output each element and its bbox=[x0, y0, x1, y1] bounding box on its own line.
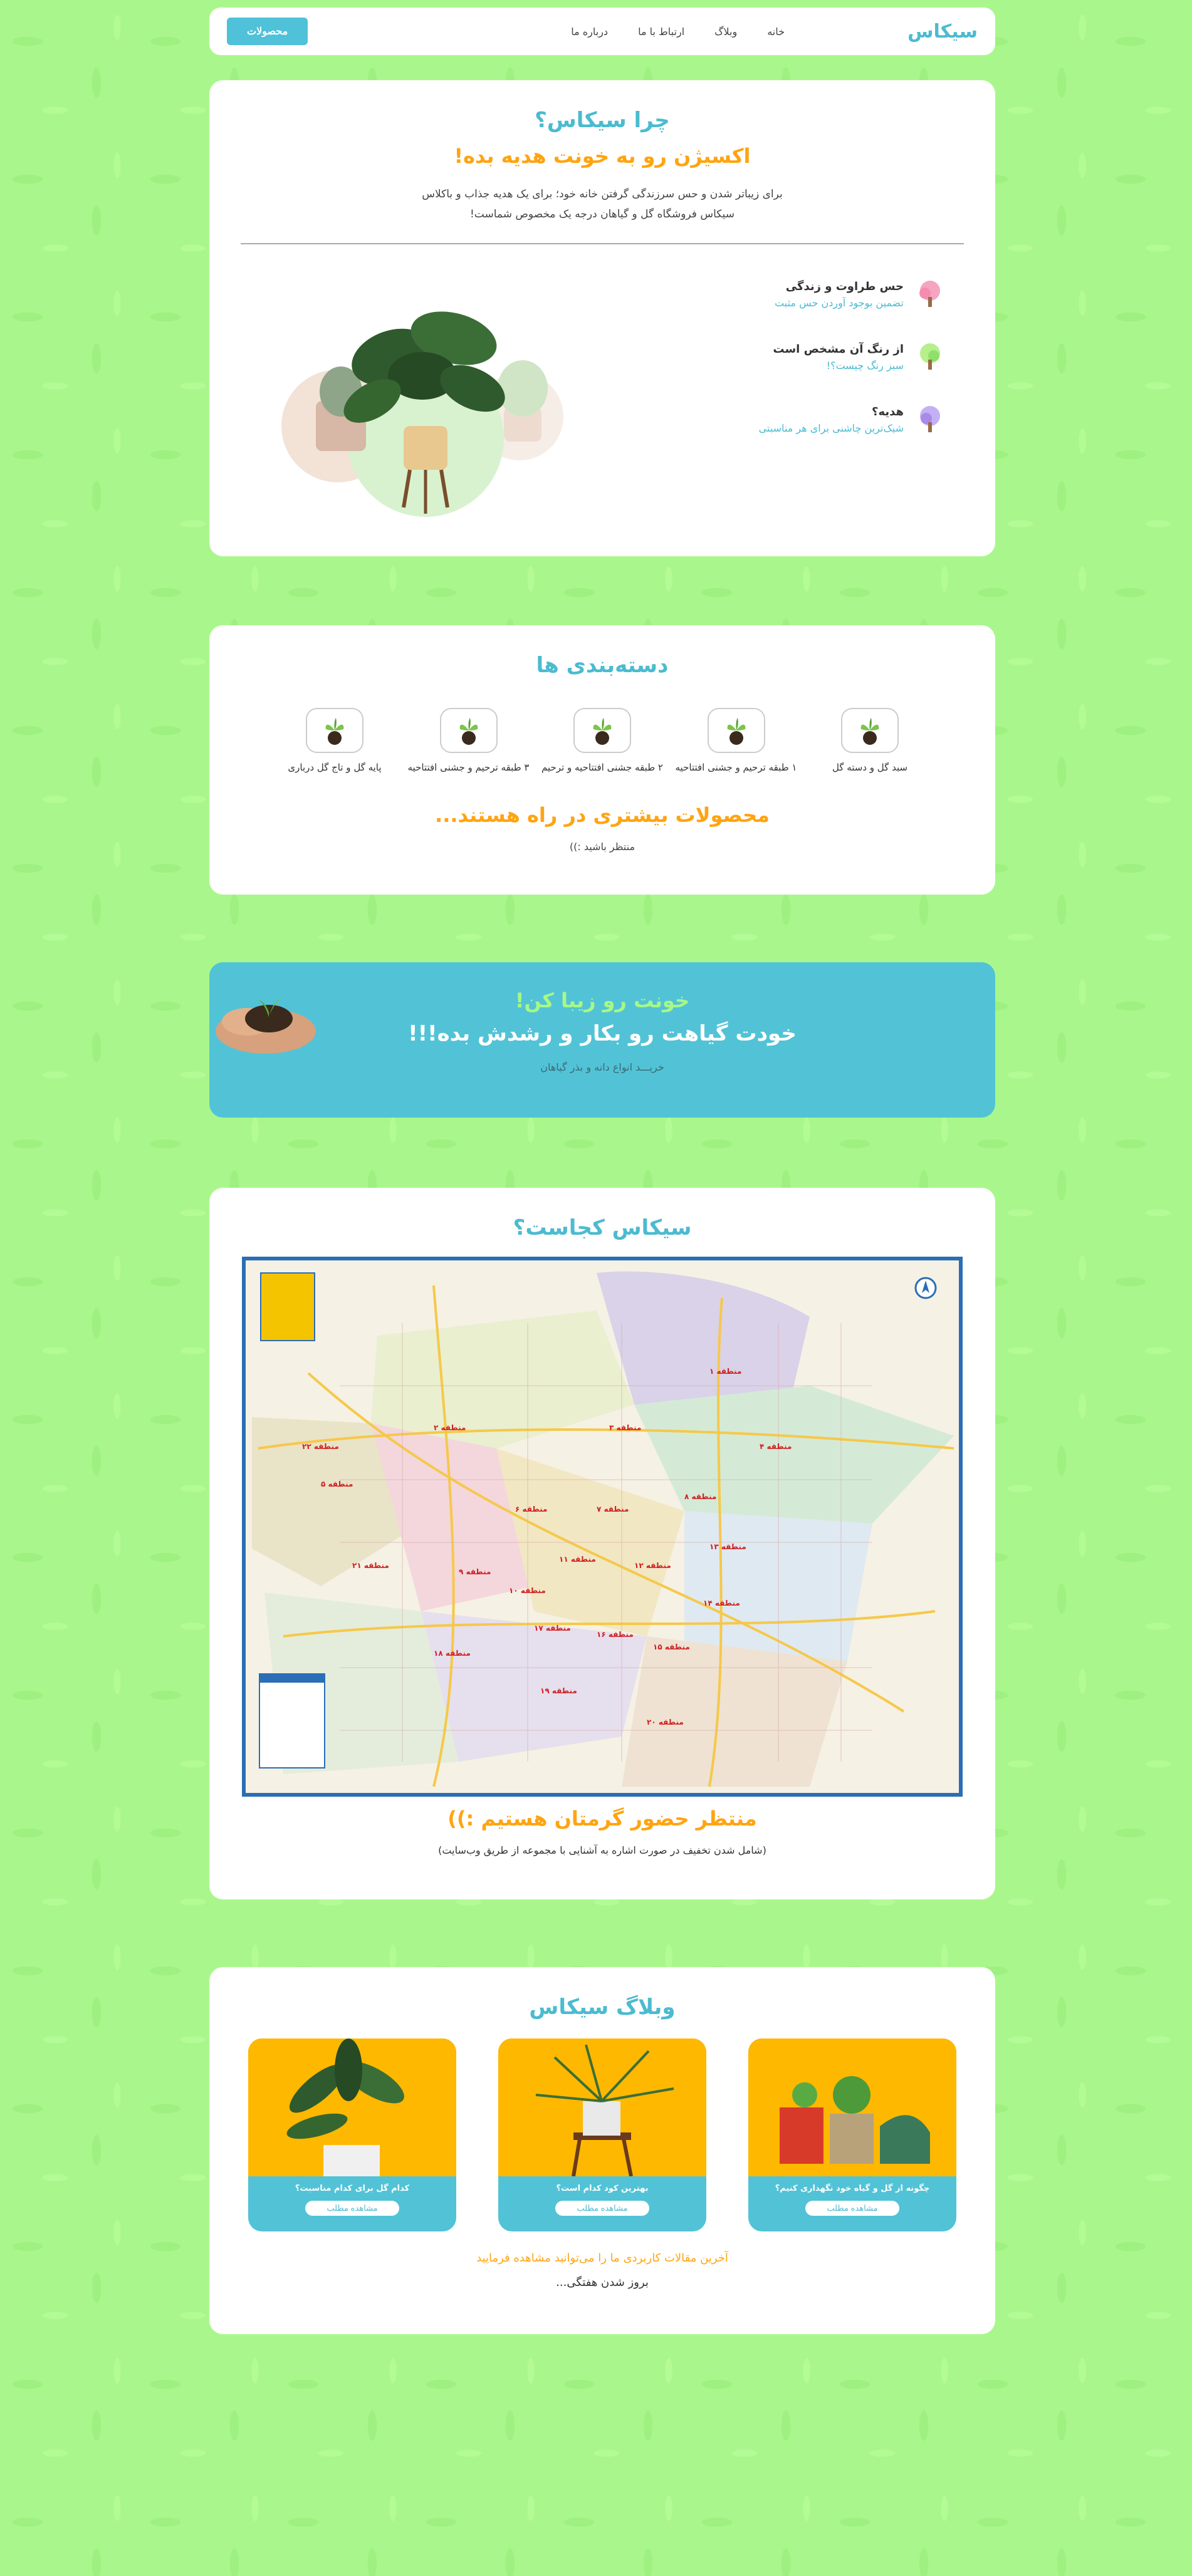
nav-link-contact[interactable]: ارتباط با ما bbox=[638, 26, 684, 38]
district-label: منطقه ۱۴ bbox=[703, 1599, 740, 1607]
categories-list: سبد گل و دسته گل ۱ طبقه ترحیم و جشنی افت… bbox=[209, 678, 995, 773]
purple-tree-icon bbox=[912, 402, 948, 437]
category-item[interactable]: ۲ طبقه جشنی افتتاحیه و ترحیم bbox=[540, 708, 665, 773]
feature-subtitle: تضمین بوجود آوردن حس مثبت bbox=[775, 297, 904, 309]
navbar: سیکاس خانه وبلاگ ارتباط با ما درباره ما … bbox=[209, 8, 995, 55]
category-label: پایه گل و تاج گل درباری bbox=[288, 762, 382, 773]
district-label: منطقه ۷ bbox=[597, 1505, 629, 1514]
why-description: برای زیباتر شدن و حس سرزندگی گرفتن خانه … bbox=[408, 184, 797, 224]
category-item[interactable]: سبد گل و دسته گل bbox=[807, 708, 933, 773]
view-post-button[interactable]: مشاهده مطلب bbox=[805, 2201, 899, 2216]
wait-text: منتظر باشید :)) bbox=[569, 841, 635, 853]
district-label: منطقه ۱۱ bbox=[559, 1555, 596, 1564]
blog-post-card[interactable]: چگونه از گل و گیاه خود نگهداری کنیم؟ مشا… bbox=[748, 2038, 956, 2231]
why-section: چرا سیکاس؟ اکسیژن رو به خونت هدیه بده! ب… bbox=[209, 80, 995, 556]
categories-section: دسته‌بندی ها سبد گل و دسته گل ۱ طبقه ترح… bbox=[209, 625, 995, 895]
location-section: سیکاس کجاست؟ منطقه ۱ منطقه ۲ منطقه ۳ منط… bbox=[209, 1188, 995, 1899]
feature-item: حس طراوت و زندگی تضمین بوجود آوردن حس مث… bbox=[775, 277, 948, 312]
category-item[interactable]: ۱ طبقه ترحیم و جشنی افتتاحیه bbox=[674, 708, 799, 773]
map-graphic bbox=[246, 1260, 959, 1793]
post-title: چگونه از گل و گیاه خود نگهداری کنیم؟ bbox=[775, 2184, 930, 2193]
district-label: منطقه ۱۲ bbox=[634, 1561, 671, 1570]
feature-title: هدیه؟ bbox=[872, 405, 904, 418]
district-label: منطقه ۱۰ bbox=[509, 1586, 546, 1595]
why-body: حس طراوت و زندگی تضمین بوجود آوردن حس مث… bbox=[209, 244, 995, 532]
post-image bbox=[248, 2038, 456, 2176]
blog-post-card[interactable]: بهترین کود کدام است؟ مشاهده مطلب bbox=[498, 2038, 706, 2231]
feature-title: از رنگ آن مشخص است bbox=[773, 343, 904, 356]
potted-plant-icon bbox=[306, 708, 363, 753]
post-title: کدام گل برای کدام مناسبت؟ bbox=[295, 2184, 410, 2193]
district-label: منطقه ۱۶ bbox=[597, 1630, 634, 1639]
why-title: چرا سیکاس؟ bbox=[535, 108, 670, 133]
potted-plant-icon bbox=[707, 708, 765, 753]
district-label: منطقه ۲ bbox=[434, 1423, 466, 1432]
category-item[interactable]: پایه گل و تاج گل درباری bbox=[272, 708, 397, 773]
view-post-button[interactable]: مشاهده مطلب bbox=[555, 2201, 649, 2216]
district-label: منطقه ۹ bbox=[459, 1567, 491, 1576]
why-desc-line1: برای زیباتر شدن و حس سرزندگی گرفتن خانه … bbox=[422, 188, 783, 200]
more-products-text: محصولات بیشتری در راه هستند... bbox=[435, 803, 770, 827]
category-label: ۳ طبقه ترحیم و جشنی افتتاحیه bbox=[407, 762, 530, 773]
seeds-banner[interactable]: خونت رو زیبا کن! خودت گیاهت رو بکار و رش… bbox=[209, 962, 995, 1118]
district-label: منطقه ۱ bbox=[709, 1367, 742, 1376]
blog-title: وبلاگ سیکاس bbox=[529, 1995, 676, 2020]
blog-section: وبلاگ سیکاس چگونه از گل و گیاه خود نگهدا… bbox=[209, 1967, 995, 2334]
district-label: منطقه ۶ bbox=[515, 1505, 548, 1514]
district-label: منطقه ۲۲ bbox=[302, 1442, 339, 1451]
blog-posts: چگونه از گل و گیاه خود نگهداری کنیم؟ مشا… bbox=[209, 2020, 995, 2231]
feature-subtitle: شیک‌ترین چاشنی برای هر مناسبتی bbox=[758, 422, 904, 434]
feature-item: از رنگ آن مشخص است سبز رنگ چیست؟! bbox=[773, 340, 948, 375]
green-tree-icon bbox=[912, 340, 948, 375]
blog-post-card[interactable]: کدام گل برای کدام مناسبت؟ مشاهده مطلب bbox=[248, 2038, 456, 2231]
categories-title: دسته‌بندی ها bbox=[536, 653, 669, 678]
feature-title: حس طراوت و زندگی bbox=[785, 280, 904, 293]
weekly-update-text: بروز شدن هفتگی... bbox=[556, 2276, 649, 2289]
banner-line1: خونت رو زیبا کن! bbox=[515, 989, 690, 1012]
nav-links: خانه وبلاگ ارتباط با ما درباره ما bbox=[571, 26, 785, 38]
district-label: منطقه ۴ bbox=[760, 1442, 792, 1451]
latest-articles-text[interactable]: آخرین مقالات کاربردی ما را می‌توانید مشا… bbox=[209, 2251, 995, 2265]
post-title: بهترین کود کدام است؟ bbox=[556, 2184, 649, 2193]
district-label: منطقه ۱۹ bbox=[540, 1686, 577, 1695]
potted-plant-icon bbox=[573, 708, 631, 753]
category-label: ۱ طبقه ترحیم و جشنی افتتاحیه bbox=[675, 762, 797, 773]
district-label: منطقه ۱۵ bbox=[653, 1643, 690, 1651]
discount-note: (شامل شدن تخفیف در صورت اشاره به آشنایی … bbox=[438, 1844, 766, 1856]
post-image bbox=[498, 2038, 706, 2177]
district-label: منطقه ۱۳ bbox=[709, 1542, 746, 1551]
why-subtitle: اکسیژن رو به خونت هدیه بده! bbox=[454, 144, 751, 168]
city-map[interactable]: منطقه ۱ منطقه ۲ منطقه ۳ منطقه ۴ منطقه ۵ … bbox=[242, 1257, 963, 1797]
category-label: ۲ طبقه جشنی افتتاحیه و ترحیم bbox=[541, 762, 663, 773]
district-label: منطقه ۱۷ bbox=[534, 1624, 571, 1633]
view-post-button[interactable]: مشاهده مطلب bbox=[305, 2201, 399, 2216]
banner-line3: خریـــد انواع دانه و بذر گیاهان bbox=[540, 1061, 664, 1073]
pink-tree-icon bbox=[912, 277, 948, 312]
why-desc-line2: سیکاس فروشگاه گل و گیاهان درجه یک مخصوص … bbox=[469, 208, 735, 221]
district-label: منطقه ۲۱ bbox=[352, 1561, 389, 1570]
nav-link-about[interactable]: درباره ما bbox=[571, 26, 608, 38]
district-label: منطقه ۱۸ bbox=[434, 1649, 471, 1658]
feature-subtitle: سبز رنگ چیست؟! bbox=[826, 360, 904, 371]
district-label: منطقه ۳ bbox=[609, 1423, 642, 1432]
brand-logo[interactable]: سیکاس bbox=[907, 21, 978, 43]
location-wait-text: منتظر حضور گرمتان هستیم :)) bbox=[447, 1807, 757, 1831]
post-image bbox=[748, 2038, 956, 2176]
feature-item: هدیه؟ شیک‌ترین چاشنی برای هر مناسبتی bbox=[759, 402, 948, 437]
location-title: سیکاس کجاست؟ bbox=[513, 1215, 692, 1240]
banner-line2: خودت گیاهت رو بکار و رشدش بده!!! bbox=[408, 1021, 797, 1046]
category-item[interactable]: ۳ طبقه ترحیم و جشنی افتتاحیه bbox=[406, 708, 531, 773]
nav-link-blog[interactable]: وبلاگ bbox=[714, 26, 737, 38]
potted-plant-icon bbox=[439, 708, 498, 753]
potted-plant-icon bbox=[841, 708, 899, 753]
district-label: منطقه ۲۰ bbox=[647, 1718, 684, 1727]
plant-illustration bbox=[281, 311, 563, 517]
category-label: سبد گل و دسته گل bbox=[832, 762, 908, 773]
district-label: منطقه ۸ bbox=[684, 1492, 717, 1501]
district-label: منطقه ۵ bbox=[321, 1480, 353, 1488]
nav-link-home[interactable]: خانه bbox=[767, 26, 785, 38]
hands-sprout-image bbox=[216, 999, 316, 1054]
products-button[interactable]: محصولات bbox=[227, 18, 308, 45]
